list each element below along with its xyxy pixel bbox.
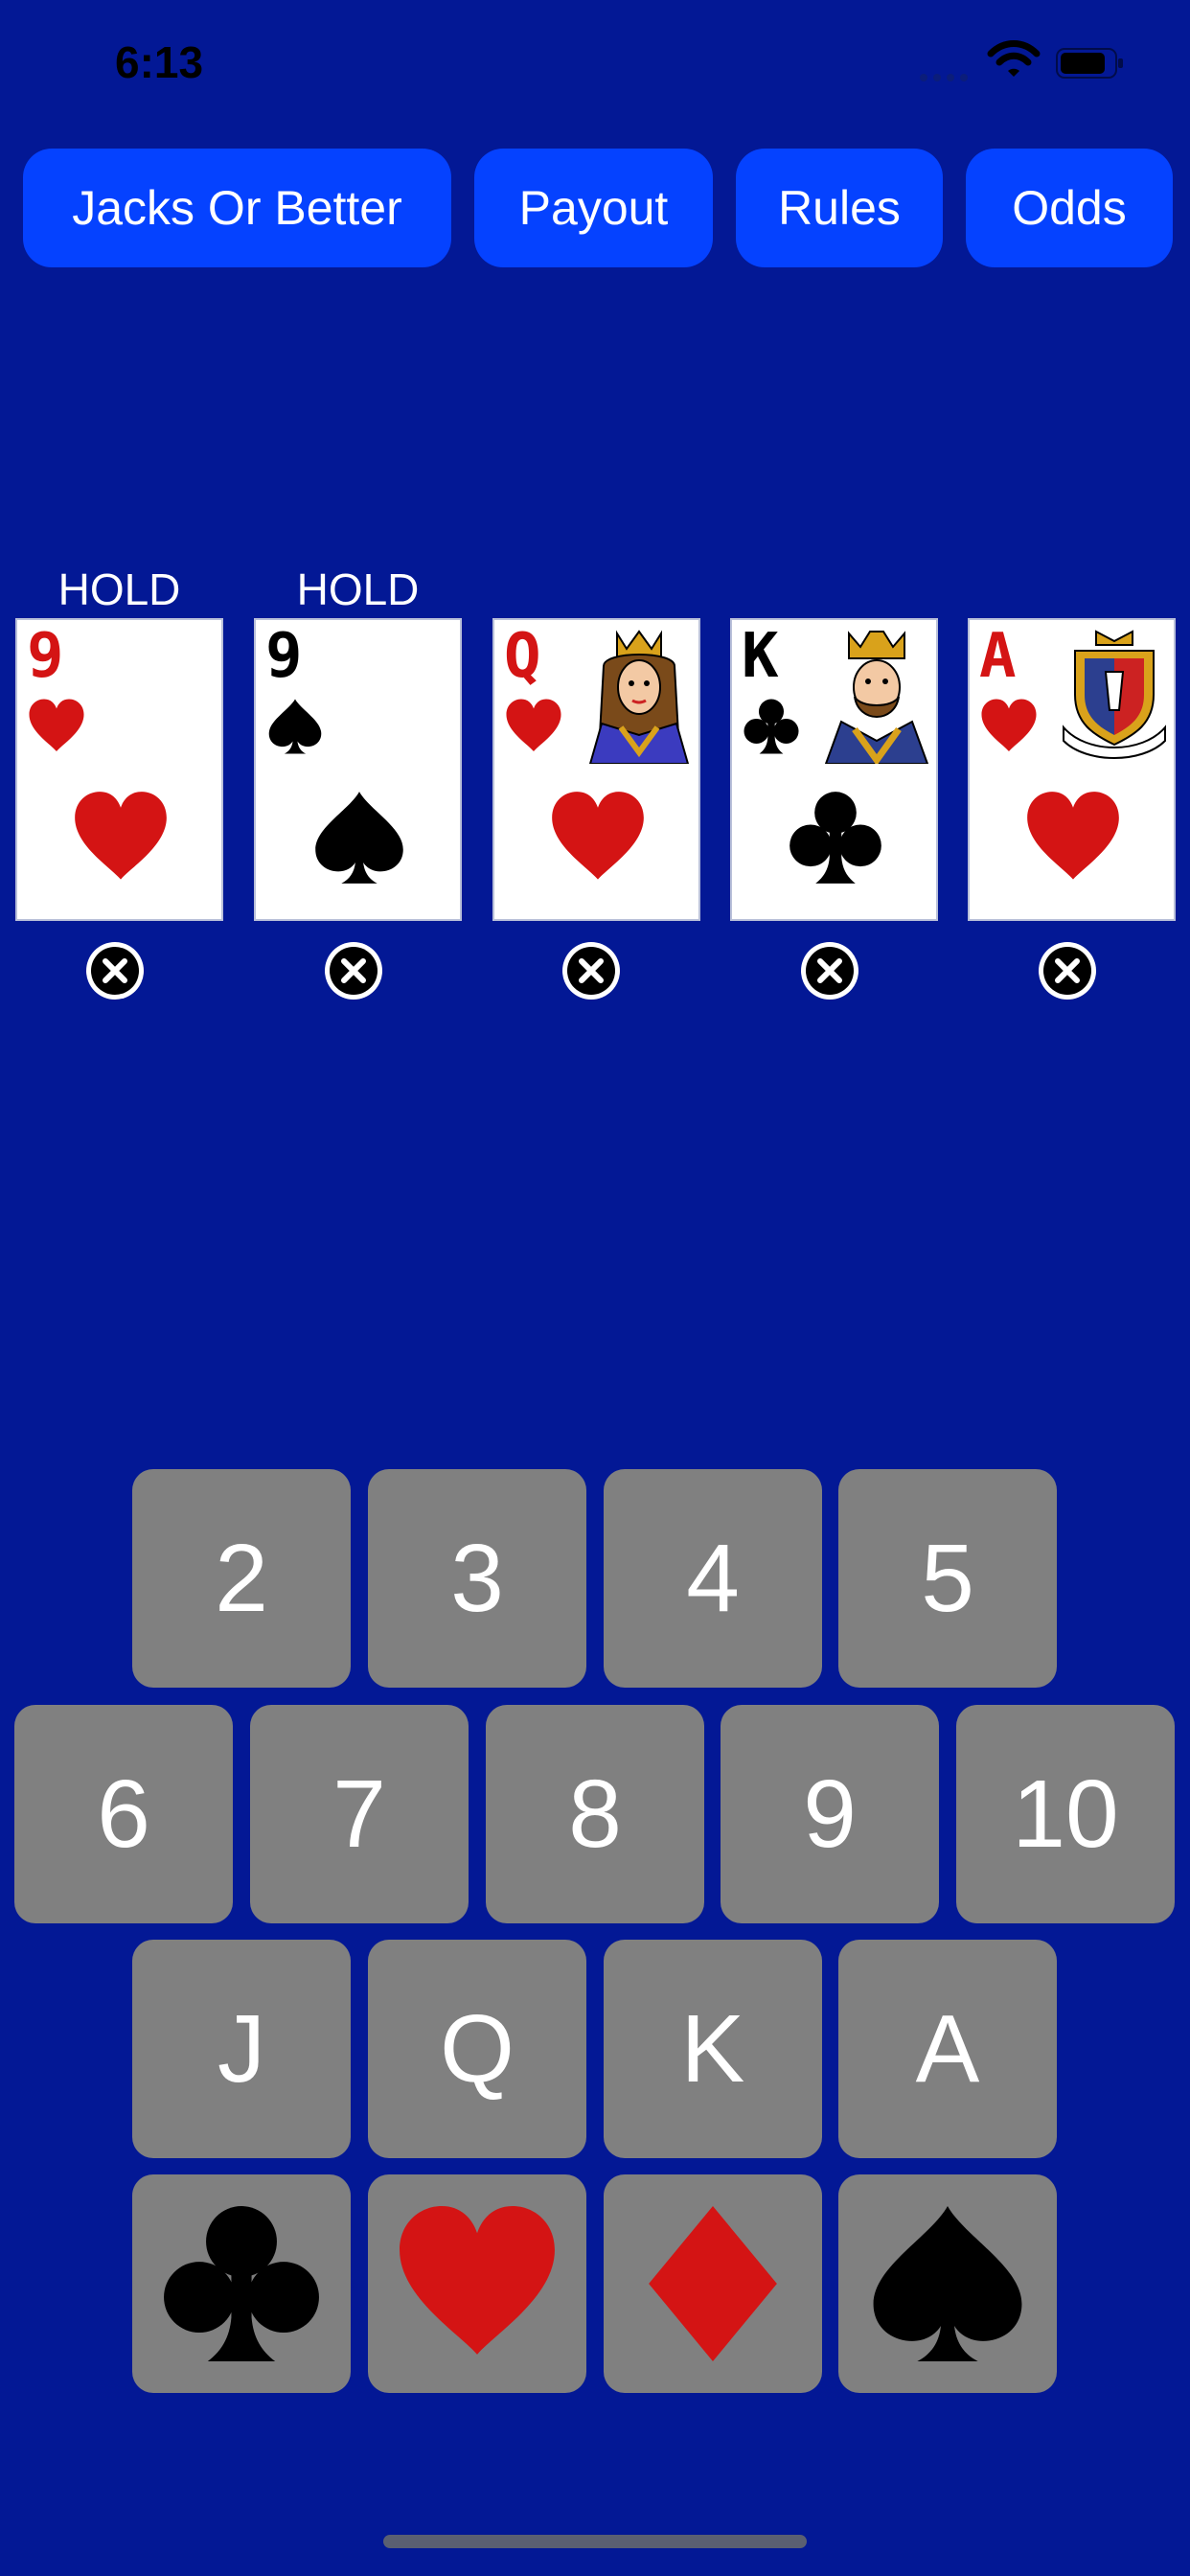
diamonds-icon	[629, 2190, 797, 2378]
wifi-icon	[987, 40, 1041, 77]
card-rank: Q	[504, 621, 541, 692]
key-clubs[interactable]	[132, 2174, 351, 2393]
spade-icon	[265, 697, 325, 756]
key-q[interactable]: Q	[368, 1940, 586, 2158]
key-hearts[interactable]	[368, 2174, 586, 2393]
battery-icon	[1056, 48, 1123, 79]
close-icon[interactable]	[798, 939, 861, 1002]
key-6[interactable]: 6	[14, 1705, 233, 1923]
card-4[interactable]: K	[730, 618, 938, 921]
heart-icon	[27, 697, 86, 756]
cellular-signal-icon	[920, 69, 977, 81]
key-7[interactable]: 7	[250, 1705, 469, 1923]
spades-icon	[863, 2190, 1032, 2378]
heart-icon	[71, 783, 171, 892]
hold-label: HOLD	[296, 564, 420, 614]
key-a[interactable]: A	[838, 1940, 1057, 2158]
card-3[interactable]: Q	[492, 618, 700, 921]
close-icon[interactable]	[322, 939, 385, 1002]
heart-icon	[979, 697, 1039, 756]
card-2[interactable]: 9	[254, 618, 462, 921]
close-icon[interactable]	[1036, 939, 1099, 1002]
jacks-or-better-button[interactable]: Jacks Or Better	[23, 149, 451, 267]
spade-icon	[309, 783, 409, 892]
status-icons	[910, 40, 1140, 88]
key-spades[interactable]	[838, 2174, 1057, 2393]
heart-icon	[1023, 783, 1123, 892]
key-5[interactable]: 5	[838, 1469, 1057, 1688]
club-icon	[742, 697, 801, 756]
hearts-icon	[393, 2190, 561, 2378]
key-4[interactable]: 4	[604, 1469, 822, 1688]
card-rank: A	[979, 621, 1017, 692]
queen-face-icon	[588, 630, 690, 764]
key-diamonds[interactable]	[604, 2174, 822, 2393]
rules-button[interactable]: Rules	[736, 149, 943, 267]
card-rank: 9	[265, 621, 303, 692]
key-k[interactable]: K	[604, 1940, 822, 2158]
key-9[interactable]: 9	[721, 1705, 939, 1923]
close-icon[interactable]	[83, 939, 147, 1002]
key-j[interactable]: J	[132, 1940, 351, 2158]
app-root: 6:13 Jacks Or Better Payout Rules Odds H…	[0, 0, 1190, 2576]
payout-button[interactable]: Payout	[474, 149, 713, 267]
hold-label: HOLD	[57, 564, 181, 614]
key-10[interactable]: 10	[956, 1705, 1175, 1923]
crest-icon	[1063, 630, 1166, 759]
close-icon[interactable]	[560, 939, 623, 1002]
key-8[interactable]: 8	[486, 1705, 704, 1923]
home-indicator[interactable]	[383, 2535, 807, 2548]
heart-icon	[504, 697, 563, 756]
status-time: 6:13	[115, 37, 204, 87]
card-1[interactable]: 9	[15, 618, 223, 921]
odds-button[interactable]: Odds	[966, 149, 1173, 267]
king-face-icon	[824, 631, 929, 764]
key-3[interactable]: 3	[368, 1469, 586, 1688]
club-icon	[786, 783, 885, 892]
card-rank: K	[742, 621, 779, 692]
heart-icon	[548, 783, 648, 892]
card-rank: 9	[27, 621, 64, 692]
key-2[interactable]: 2	[132, 1469, 351, 1688]
clubs-icon	[157, 2190, 326, 2378]
card-5[interactable]: A	[968, 618, 1176, 921]
